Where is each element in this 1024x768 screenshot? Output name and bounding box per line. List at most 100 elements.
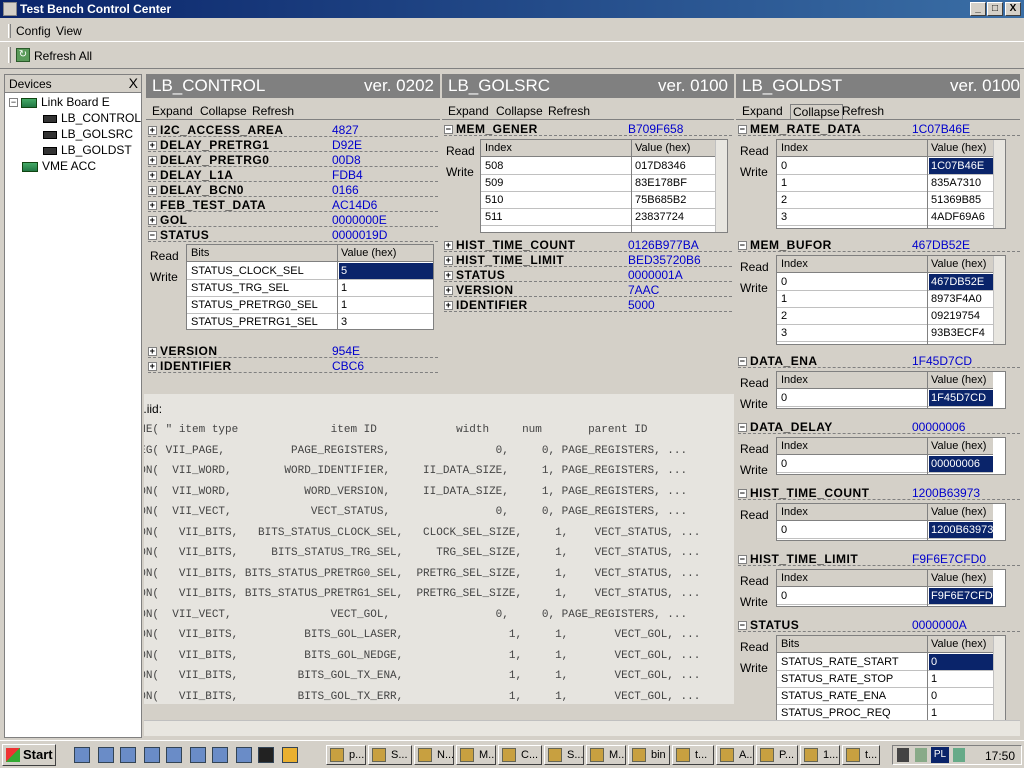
expand-icon[interactable]: + <box>148 156 157 166</box>
write-label[interactable]: Write <box>446 165 474 179</box>
cell-value[interactable]: 3 <box>339 314 433 329</box>
vertical-scrollbar[interactable] <box>993 140 1005 228</box>
table-row[interactable]: 2 09219754 <box>777 308 993 325</box>
vertical-scrollbar[interactable] <box>993 636 1005 724</box>
table-row[interactable]: 510 75B685B2 <box>481 192 715 209</box>
cell-value[interactable]: 75B685B2 <box>633 192 715 208</box>
cell-value[interactable]: F9F6E7CFD0 <box>929 588 999 604</box>
taskbar-button[interactable]: 1... <box>800 745 840 765</box>
speaker-icon[interactable] <box>897 748 909 762</box>
table-row[interactable]: STATUS_CLOCK_SEL 5 <box>187 263 433 280</box>
quicklaunch-icon[interactable] <box>74 747 90 763</box>
cell-value[interactable]: 1C07B46E <box>929 158 993 174</box>
expand-icon[interactable]: + <box>444 301 453 311</box>
quicklaunch-icon[interactable] <box>236 747 252 763</box>
write-label[interactable]: Write <box>740 595 768 609</box>
cell-value[interactable]: 1 <box>929 705 993 721</box>
expand-icon[interactable]: + <box>148 171 157 181</box>
table-row[interactable]: 1 8973F4A0 <box>777 291 993 308</box>
menu-view[interactable]: View <box>56 24 82 38</box>
register-section[interactable]: + GOL 0000000E <box>148 213 438 227</box>
write-label[interactable]: Write <box>740 281 768 295</box>
register-section[interactable]: + VERSION 7AAC <box>444 283 732 297</box>
horizontal-scrollbar[interactable] <box>144 720 1020 736</box>
network-icon[interactable] <box>915 748 927 762</box>
expand-icon[interactable]: + <box>148 141 157 151</box>
taskbar-button[interactable]: bin <box>628 745 670 765</box>
devices-close-icon[interactable]: X <box>129 75 138 91</box>
cell-value[interactable]: 83E178BF <box>633 175 715 191</box>
collapse-icon[interactable]: − <box>738 241 747 251</box>
quicklaunch-icon[interactable] <box>144 747 160 763</box>
quicklaunch-icon[interactable] <box>98 747 114 763</box>
expand-icon[interactable]: + <box>444 271 453 281</box>
expand-button[interactable]: Expand <box>742 104 783 118</box>
vertical-scrollbar[interactable] <box>715 140 727 232</box>
register-section[interactable]: + HIST_TIME_LIMIT BED35720B6 <box>444 253 732 267</box>
taskbar-button[interactable]: t... <box>842 745 880 765</box>
data-delay-section[interactable]: − DATA_DELAY 00000006 <box>738 420 1020 434</box>
table-row[interactable]: STATUS_RATE_ENA 0 <box>777 688 993 705</box>
maximize-button[interactable]: □ <box>987 2 1003 16</box>
hist-time-limit-section[interactable]: − HIST_TIME_LIMIT F9F6E7CFD0 <box>738 552 1020 566</box>
expand-icon[interactable]: + <box>148 216 157 226</box>
register-section[interactable]: + DELAY_PRETRG0 00D8 <box>148 153 438 167</box>
register-section[interactable]: − STATUS 0000019D <box>148 228 438 242</box>
cell-value[interactable]: 467DB52E <box>929 274 993 290</box>
table-row[interactable]: 0 00000006 <box>777 456 993 473</box>
expand-icon[interactable]: + <box>148 347 157 357</box>
table-row[interactable]: 0 467DB52E <box>777 274 993 291</box>
vertical-scrollbar[interactable] <box>993 256 1005 344</box>
write-label[interactable]: Write <box>740 661 768 675</box>
collapse-button[interactable]: Collapse <box>496 104 543 118</box>
taskbar-button[interactable]: M... <box>456 745 496 765</box>
console-icon[interactable] <box>258 747 274 763</box>
read-label[interactable]: Read <box>740 442 769 456</box>
minimize-button[interactable]: _ <box>970 2 986 16</box>
register-section[interactable]: + VERSION 954E <box>148 344 438 358</box>
tree-item-link-board[interactable]: − Link Board E <box>9 95 110 109</box>
collapse-icon[interactable]: − <box>738 125 747 135</box>
cell-value[interactable]: 1 <box>929 671 993 687</box>
register-section[interactable]: + I2C_ACCESS_AREA 4827 <box>148 123 438 137</box>
status-section[interactable]: − STATUS 0000000A <box>738 618 1020 632</box>
taskbar-button[interactable]: t... <box>672 745 714 765</box>
hist-time-count-section[interactable]: − HIST_TIME_COUNT 1200B63973 <box>738 486 1020 500</box>
refresh-button[interactable]: Refresh <box>842 104 884 118</box>
table-row[interactable]: 0 F9F6E7CFD0 <box>777 588 999 605</box>
collapse-button[interactable]: Collapse <box>790 104 843 120</box>
taskbar-button[interactable]: P... <box>756 745 798 765</box>
close-button[interactable]: X <box>1005 2 1021 16</box>
register-section[interactable]: + DELAY_L1A FDB4 <box>148 168 438 182</box>
cell-value[interactable]: 017D8346 <box>633 158 715 174</box>
table-row[interactable]: STATUS_TRG_SEL 1 <box>187 280 433 297</box>
expand-icon[interactable]: + <box>444 256 453 266</box>
cell-value[interactable]: 1F45D7CD <box>929 390 993 406</box>
table-row[interactable]: 0 1C07B46E <box>777 158 993 175</box>
cell-value[interactable]: 8973F4A0 <box>929 291 993 307</box>
register-section[interactable]: + IDENTIFIER 5000 <box>444 298 732 312</box>
refresh-all-button[interactable]: Refresh All <box>34 49 92 63</box>
taskbar-button[interactable]: A... <box>716 745 754 765</box>
cell-value[interactable]: 51369B85 <box>929 192 993 208</box>
cell-value[interactable]: 835A7310 <box>929 175 993 191</box>
register-section[interactable]: + IDENTIFIER CBC6 <box>148 359 438 373</box>
taskbar-button[interactable]: C... <box>498 745 542 765</box>
register-section[interactable]: + HIST_TIME_COUNT 0126B977BA <box>444 238 732 252</box>
register-section[interactable]: + DELAY_PRETRG1 D92E <box>148 138 438 152</box>
tree-item-lb-golsrc[interactable]: LB_GOLSRC <box>43 127 133 141</box>
refresh-icon[interactable]: ↻ <box>16 48 30 62</box>
ie-icon[interactable] <box>120 747 136 763</box>
register-section[interactable]: + STATUS 0000001A <box>444 268 732 282</box>
taskbar-button[interactable]: N... <box>414 745 454 765</box>
cell-value[interactable]: 0 <box>929 654 993 670</box>
expand-icon[interactable]: + <box>444 241 453 251</box>
refresh-button[interactable]: Refresh <box>548 104 590 118</box>
table-row[interactable]: 509 83E178BF <box>481 175 715 192</box>
cell-value[interactable]: 0 <box>929 688 993 704</box>
collapse-icon[interactable]: − <box>738 555 747 565</box>
collapse-icon[interactable]: − <box>738 621 747 631</box>
write-label[interactable]: Write <box>740 165 768 179</box>
table-row[interactable]: 3 4ADF69A6 <box>777 209 993 226</box>
table-row[interactable]: 508 017D8346 <box>481 158 715 175</box>
